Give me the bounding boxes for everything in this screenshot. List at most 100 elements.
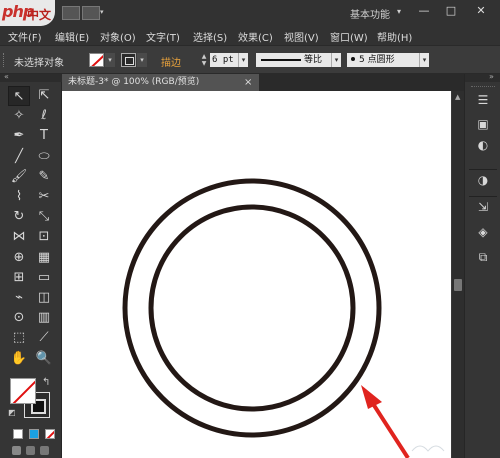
fill-color-box[interactable] [10,378,36,404]
outer-ring-circle[interactable] [122,178,382,438]
line-tool[interactable]: ╱ [8,147,30,167]
zoom-tool[interactable]: 🔍 [33,349,55,369]
blend-tool[interactable]: ◫ [33,288,55,308]
column-graph-tool[interactable]: ▥ [33,308,55,328]
document-tab[interactable]: 未标题-3* @ 100% (RGB/预览) × [62,74,259,91]
pen-tool[interactable]: ✒ [8,126,30,146]
stroke-label[interactable]: 描边 [161,54,181,69]
lasso-tool[interactable]: ℓ [33,106,55,126]
document-tabs: 未标题-3* @ 100% (RGB/预览) × [62,74,464,91]
menu-file[interactable]: 文件(F) [8,29,42,44]
gradient-mode-swatch[interactable] [29,429,39,439]
free-transform-tool[interactable]: ⊡ [33,227,55,247]
export-icon[interactable]: ⇲ [474,199,492,216]
gradient-tool[interactable]: ▭ [33,268,55,288]
menu-type[interactable]: 文字(T) [146,29,180,44]
shape-builder-tool[interactable]: ⊕ [8,248,30,268]
color-mode-swatch[interactable] [13,429,23,439]
panel-divider [469,169,497,170]
collapse-chevron-icon[interactable]: « [4,72,9,81]
artwork-svg [122,178,445,458]
profile-dropdown-icon[interactable]: ▾ [331,53,341,67]
php-logo: php 中文网 [0,0,55,39]
close-tab-icon[interactable]: × [244,74,252,91]
vertical-scrollbar[interactable]: ▲ [452,91,464,458]
panel-menu-icon[interactable]: ☰ [474,92,492,109]
right-panel-header[interactable]: » [465,72,500,82]
color-guide-icon[interactable]: ▣ [474,116,492,133]
default-colors-icon[interactable]: ◩ [8,408,16,417]
direct-selection-tool[interactable]: ⇱ [33,86,55,106]
menu-effect[interactable]: 效果(C) [238,29,273,44]
artboard-tool[interactable]: ⬚ [8,328,30,348]
collapsed-panels: » ☰ ▣ ◐ ◑ ⇲ ◈ ⧉ [464,72,500,458]
bridge-icon[interactable] [62,6,80,20]
expand-chevron-icon[interactable]: » [489,72,494,81]
slice-tool[interactable]: ⟋ [33,328,55,348]
stroke-weight-dropdown-icon[interactable]: ▾ [238,53,248,67]
stroke-weight-spinner[interactable]: ▲ ▼ [200,53,208,67]
magic-wand-tool[interactable]: ✧ [8,106,30,126]
minimize-button[interactable]: — [413,3,435,19]
rotate-tool[interactable]: ↻ [8,207,30,227]
appearance-icon[interactable]: ◐ [474,137,492,154]
pencil-tool[interactable]: ✎ [33,167,55,187]
control-bar-grip[interactable] [3,53,6,67]
blob-brush-tool[interactable]: ⌇ [8,187,30,207]
menu-edit[interactable]: 编辑(E) [55,29,89,44]
selection-status: 未选择对象 [14,58,64,69]
menu-object[interactable]: 对象(O) [100,29,136,44]
scroll-up-icon[interactable]: ▲ [455,93,460,101]
variable-width-profile[interactable]: 等比 [256,53,331,67]
type-tool[interactable]: T [33,126,55,146]
stroke-dropdown-icon[interactable]: ▾ [137,53,147,67]
scale-tool[interactable]: ⤡ [33,207,55,227]
eyedropper-tool[interactable]: ⌁ [8,288,30,308]
menu-window[interactable]: 窗口(W) [330,29,368,44]
stroke-weight-input[interactable]: 6 pt [210,53,238,67]
menu-select[interactable]: 选择(S) [193,29,227,44]
brush-dropdown-icon[interactable]: ▾ [419,53,429,67]
workspace-switcher[interactable]: 基本功能 [350,6,390,21]
artboards-icon[interactable]: ⧉ [474,249,492,266]
draw-behind-icon[interactable] [26,446,35,455]
menu-bar: 文件(F) 编辑(E) 对象(O) 文字(T) 选择(S) 效果(C) 视图(V… [0,26,500,45]
scissors-tool[interactable]: ✂ [33,187,55,207]
fill-swatch[interactable] [89,53,104,67]
arrange-documents-icon[interactable] [82,6,100,20]
perspective-grid-tool[interactable]: ▦ [33,248,55,268]
symbol-sprayer-tool[interactable]: ⊙ [8,308,30,328]
none-mode-swatch[interactable] [45,429,55,439]
brush-dot-icon [351,57,355,61]
workspace-caret-icon[interactable]: ▾ [397,7,401,16]
fill-dropdown-icon[interactable]: ▾ [105,53,115,67]
ellipse-tool[interactable]: ⬭ [33,147,55,167]
width-tool[interactable]: ⋈ [8,227,30,247]
menu-view[interactable]: 视图(V) [284,29,319,44]
paintbrush-tool[interactable]: 🖌 [8,167,30,187]
draw-modes[interactable] [12,446,52,456]
inner-ring-circle[interactable] [148,204,356,412]
brush-definition[interactable]: 5 点圆形 [347,53,419,67]
draw-normal-icon[interactable] [12,446,21,455]
profile-label: 等比 [304,55,323,65]
close-button[interactable]: ✕ [470,3,492,19]
brush-label: 5 点圆形 [359,55,395,65]
mesh-tool[interactable]: ⊞ [8,268,30,288]
canvas-area[interactable] [62,91,452,458]
swap-fill-stroke-icon[interactable]: ↰ [42,377,50,388]
scroll-thumb[interactable] [454,279,462,291]
tools-panel-header[interactable]: « [0,72,62,82]
hand-tool[interactable]: ✋ [8,349,30,369]
layers-icon[interactable]: ◈ [474,224,492,241]
panel-grip[interactable] [471,86,495,89]
selection-tool[interactable]: ↖ [8,86,30,106]
screen-mode-icon[interactable] [40,446,49,455]
maximize-button[interactable]: □ [440,3,462,19]
transparency-icon[interactable]: ◑ [474,172,492,189]
menu-help[interactable]: 帮助(H) [377,29,412,44]
arrange-caret-icon[interactable]: ▾ [100,8,104,16]
artboard[interactable] [62,91,451,458]
stroke-swatch[interactable] [121,53,136,67]
panel-divider [469,196,497,197]
